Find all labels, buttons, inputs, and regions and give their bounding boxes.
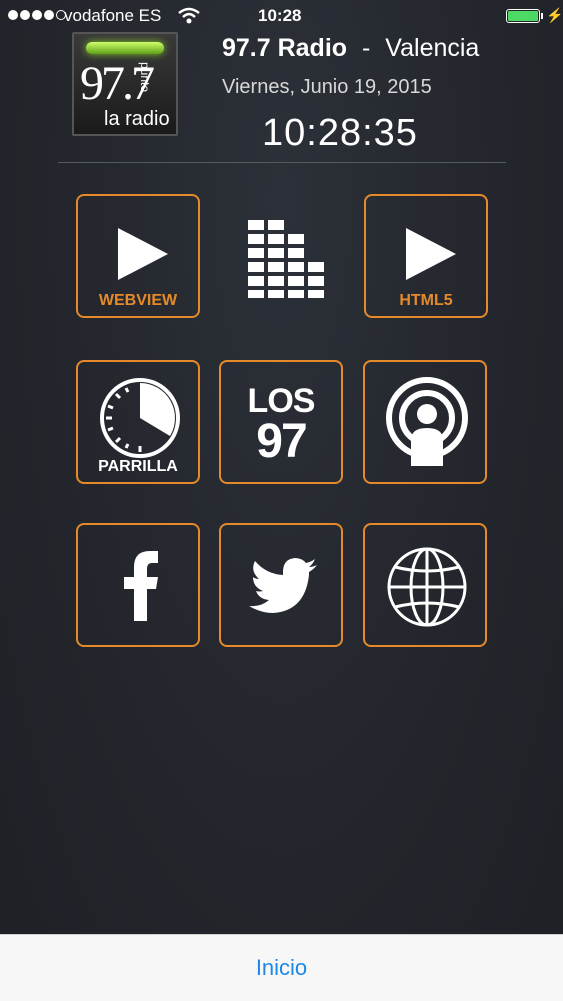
station-city: Valencia xyxy=(385,34,480,62)
webview-label: WEBVIEW xyxy=(98,292,178,309)
tab-inicio[interactable]: Inicio xyxy=(0,955,563,981)
status-bar: vodafone ES 10:28 ⚡ xyxy=(0,0,563,32)
los97-line2: 97 xyxy=(256,415,307,468)
title-separator: - xyxy=(362,34,371,62)
webview-play-button[interactable]: WEBVIEW xyxy=(76,194,200,318)
podcast-button[interactable] xyxy=(363,360,487,484)
header-divider xyxy=(58,162,506,163)
charging-icon: ⚡ xyxy=(546,7,563,23)
current-date: Viernes, Junio 19, 2015 xyxy=(222,76,432,98)
facebook-button[interactable] xyxy=(76,523,200,647)
bottom-tab-bar: Inicio xyxy=(0,934,563,1001)
logo-light-bar xyxy=(86,42,164,54)
html5-label: HTML5 xyxy=(399,292,453,309)
twitter-button[interactable] xyxy=(219,523,343,647)
parrilla-label: PARRILLA xyxy=(98,458,178,475)
equalizer-button[interactable] xyxy=(220,194,344,318)
website-button[interactable] xyxy=(363,523,487,647)
los97-line1: LOS xyxy=(247,382,316,420)
twitter-icon xyxy=(249,558,317,613)
html5-play-button[interactable]: HTML5 xyxy=(364,194,488,318)
parrilla-button[interactable]: PARRILLA xyxy=(76,360,200,484)
wifi-icon xyxy=(178,7,200,24)
facebook-icon xyxy=(124,551,158,621)
logo-tagline: la radio xyxy=(104,108,170,130)
signal-strength-icon xyxy=(8,10,66,20)
carrier-name: vodafone ES xyxy=(64,6,162,25)
station-name: 97.7 Radio xyxy=(222,34,348,62)
station-logo: 97.7 punto la radio xyxy=(72,32,178,136)
podcast-icon xyxy=(386,377,468,466)
los97-logo: LOS 97 xyxy=(221,384,341,466)
equalizer-icon xyxy=(248,220,324,298)
current-clock: 10:28:35 xyxy=(262,112,418,154)
status-time: 10:28 xyxy=(258,6,302,25)
logo-punto: punto xyxy=(138,61,153,93)
globe-icon xyxy=(387,547,467,627)
battery-tip xyxy=(541,13,543,19)
los97-button[interactable]: LOS 97 xyxy=(219,360,343,484)
station-title: 97.7 Radio - Valencia xyxy=(222,34,479,63)
battery-icon xyxy=(506,9,540,23)
